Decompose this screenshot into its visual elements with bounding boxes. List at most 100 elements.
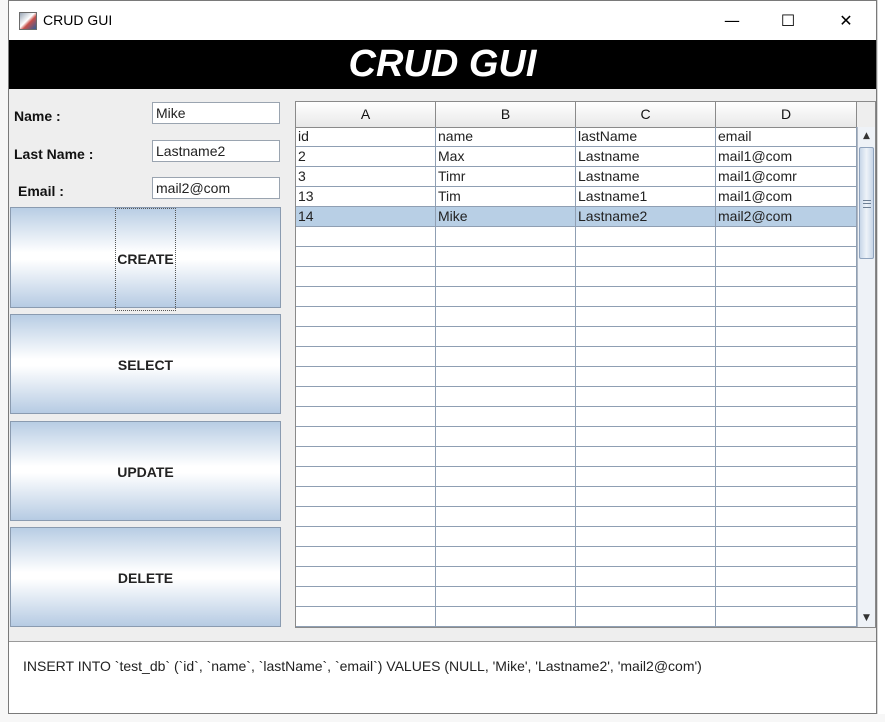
- update-button[interactable]: UPDATE: [10, 421, 281, 521]
- table-cell[interactable]: [716, 527, 857, 547]
- table-cell[interactable]: [296, 567, 436, 587]
- name-field[interactable]: Mike: [152, 102, 280, 124]
- table-cell[interactable]: [716, 447, 857, 467]
- table-cell[interactable]: [436, 427, 576, 447]
- table-cell[interactable]: 13: [296, 187, 436, 207]
- table-row[interactable]: 13 Tim Lastname1 mail1@com: [296, 187, 857, 207]
- table-cell[interactable]: [436, 487, 576, 507]
- table-row[interactable]: [296, 267, 857, 287]
- table-cell[interactable]: [716, 407, 857, 427]
- table-cell[interactable]: mail1@com: [716, 187, 857, 207]
- table-cell[interactable]: [576, 487, 716, 507]
- table-cell[interactable]: mail1@comr: [716, 167, 857, 187]
- column-header-b[interactable]: B: [436, 102, 576, 127]
- table-cell[interactable]: [716, 487, 857, 507]
- sql-output-area[interactable]: INSERT INTO `test_db` (`id`, `name`, `la…: [9, 641, 876, 713]
- table-cell[interactable]: [296, 247, 436, 267]
- table-row[interactable]: 3 Timr Lastname mail1@comr: [296, 167, 857, 187]
- table-cell[interactable]: [576, 507, 716, 527]
- table-cell[interactable]: [296, 387, 436, 407]
- table-cell[interactable]: Lastname2: [576, 207, 716, 227]
- table-cell[interactable]: Max: [436, 147, 576, 167]
- maximize-icon[interactable]: ☐: [765, 1, 811, 40]
- table-row[interactable]: [296, 307, 857, 327]
- table-cell[interactable]: [296, 367, 436, 387]
- close-icon[interactable]: ✕: [823, 1, 869, 40]
- table-cell[interactable]: Lastname: [576, 147, 716, 167]
- table-cell[interactable]: [296, 527, 436, 547]
- table-cell[interactable]: [296, 407, 436, 427]
- table-cell[interactable]: [436, 267, 576, 287]
- table-cell[interactable]: [296, 467, 436, 487]
- table-cell[interactable]: [576, 247, 716, 267]
- table-cell[interactable]: [436, 447, 576, 467]
- table-cell[interactable]: [576, 467, 716, 487]
- table-cell[interactable]: [576, 307, 716, 327]
- table-cell[interactable]: [576, 227, 716, 247]
- table-cell[interactable]: id: [296, 127, 436, 147]
- table-cell[interactable]: [436, 227, 576, 247]
- email-field[interactable]: mail2@com: [152, 177, 280, 199]
- table-cell[interactable]: Lastname: [576, 167, 716, 187]
- table-cell[interactable]: [576, 607, 716, 627]
- select-button[interactable]: SELECT: [10, 314, 281, 414]
- table-cell[interactable]: [716, 327, 857, 347]
- table-cell[interactable]: [296, 347, 436, 367]
- table-cell[interactable]: [716, 387, 857, 407]
- table-row[interactable]: 2 Max Lastname mail1@com: [296, 147, 857, 167]
- table-cell[interactable]: [716, 567, 857, 587]
- table-row[interactable]: id name lastName email: [296, 127, 857, 147]
- table-cell[interactable]: mail2@com: [716, 207, 857, 227]
- table-cell[interactable]: [576, 447, 716, 467]
- column-header-d[interactable]: D: [716, 102, 857, 127]
- table-row[interactable]: 14 Mike Lastname2 mail2@com: [296, 207, 857, 227]
- table-cell[interactable]: [576, 567, 716, 587]
- table-row[interactable]: [296, 327, 857, 347]
- table-cell[interactable]: [436, 327, 576, 347]
- table-cell[interactable]: [436, 567, 576, 587]
- table-cell[interactable]: [296, 587, 436, 607]
- table-cell[interactable]: [436, 387, 576, 407]
- scrollbar-thumb[interactable]: [859, 147, 874, 259]
- table-row[interactable]: [296, 227, 857, 247]
- table-cell[interactable]: [716, 467, 857, 487]
- table-cell[interactable]: [576, 527, 716, 547]
- table-cell[interactable]: [576, 367, 716, 387]
- table-cell[interactable]: [716, 307, 857, 327]
- table-cell[interactable]: [296, 507, 436, 527]
- table-cell[interactable]: mail1@com: [716, 147, 857, 167]
- table-cell[interactable]: [436, 547, 576, 567]
- table-row[interactable]: [296, 367, 857, 387]
- last-name-field[interactable]: Lastname2: [152, 140, 280, 162]
- table-cell[interactable]: [296, 427, 436, 447]
- table-cell[interactable]: [576, 347, 716, 367]
- table-row[interactable]: [296, 547, 857, 567]
- table-cell[interactable]: [296, 447, 436, 467]
- table-cell[interactable]: Lastname1: [576, 187, 716, 207]
- table-cell[interactable]: [576, 267, 716, 287]
- table-cell[interactable]: 14: [296, 207, 436, 227]
- table-cell[interactable]: [716, 267, 857, 287]
- table-row[interactable]: [296, 447, 857, 467]
- table-cell[interactable]: name: [436, 127, 576, 147]
- table-row[interactable]: [296, 567, 857, 587]
- table-cell[interactable]: [436, 607, 576, 627]
- table-cell[interactable]: 3: [296, 167, 436, 187]
- scroll-down-arrow-icon[interactable]: ▼: [858, 609, 875, 627]
- table-cell[interactable]: [296, 487, 436, 507]
- table-cell[interactable]: lastName: [576, 127, 716, 147]
- minimize-icon[interactable]: —: [709, 1, 755, 40]
- table-cell[interactable]: [296, 307, 436, 327]
- table-cell[interactable]: [296, 227, 436, 247]
- table-row[interactable]: [296, 287, 857, 307]
- table-row[interactable]: [296, 527, 857, 547]
- table-row[interactable]: [296, 347, 857, 367]
- table-row[interactable]: [296, 587, 857, 607]
- table-cell[interactable]: email: [716, 127, 857, 147]
- table-cell[interactable]: [436, 367, 576, 387]
- table-cell[interactable]: [296, 547, 436, 567]
- table-cell[interactable]: [716, 587, 857, 607]
- table-cell[interactable]: [576, 327, 716, 347]
- table-cell[interactable]: [436, 527, 576, 547]
- table-cell[interactable]: [576, 427, 716, 447]
